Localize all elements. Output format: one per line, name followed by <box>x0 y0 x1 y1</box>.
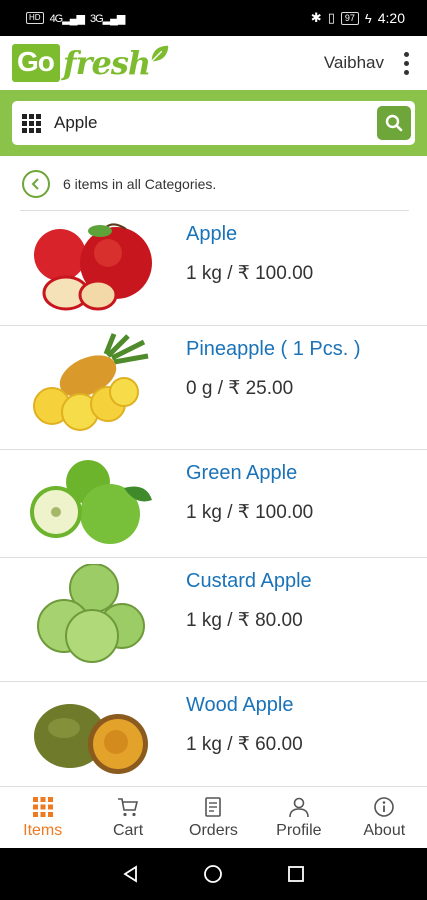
logo-go: Go <box>12 44 60 82</box>
item-name: Custard Apple <box>186 570 312 592</box>
bottom-navigation: Items Cart Orders Profile About <box>0 786 427 848</box>
status-right: ✱ ▯ 97 ϟ 4:20 <box>311 10 405 26</box>
gofresh-logo: Go fresh <box>12 44 170 82</box>
charging-icon: ϟ <box>364 10 372 26</box>
nav-label: Items <box>23 821 63 839</box>
status-time: 4:20 <box>377 10 405 26</box>
results-bar: 6 items in all Categories. <box>0 158 427 210</box>
more-options-icon[interactable] <box>398 48 415 79</box>
back-button[interactable] <box>22 170 50 198</box>
item-price: 1 kg / ₹ 60.00 <box>186 734 303 755</box>
chevron-left-icon <box>31 178 39 190</box>
leaf-icon <box>151 45 169 62</box>
logo-fresh: fresh <box>62 44 151 82</box>
recents-square-icon[interactable] <box>286 864 306 884</box>
green-apple-image <box>30 460 152 544</box>
list-item[interactable]: Apple 1 kg / ₹ 100.00 <box>0 211 427 326</box>
list-item[interactable]: Pineapple ( 1 Pcs. ) 0 g / ₹ 25.00 <box>0 326 427 450</box>
network-3g-label: 3G <box>89 12 104 25</box>
nav-label: Profile <box>276 821 322 839</box>
item-name: Apple <box>186 223 238 245</box>
nav-orders[interactable]: Orders <box>171 796 256 840</box>
status-left: HD 4G▂▄▆ 3G▂▄▆ <box>26 12 125 25</box>
categories-grid-icon[interactable] <box>22 113 41 133</box>
search-icon <box>385 114 403 132</box>
grid-icon <box>32 796 53 817</box>
item-name: Green Apple <box>186 462 298 484</box>
wood-apple-image <box>34 704 148 774</box>
signal-3g-icon: 3G▂▄▆ <box>89 12 125 25</box>
battery-icon: 97 <box>340 11 359 25</box>
product-list: Apple 1 kg / ₹ 100.00 Pineapple ( 1 Pcs.… <box>0 211 427 786</box>
item-info: Wood Apple 1 kg / ₹ 60.00 <box>186 682 303 788</box>
vibrate-icon: ▯ <box>327 10 335 25</box>
info-icon <box>374 796 395 817</box>
item-info: Pineapple ( 1 Pcs. ) 0 g / ₹ 25.00 <box>186 326 361 432</box>
list-item[interactable]: Wood Apple 1 kg / ₹ 60.00 <box>0 682 427 786</box>
apple-image <box>34 223 152 311</box>
home-circle-icon[interactable] <box>203 864 223 884</box>
signal-4g-icon: 4G▂▄▆ <box>49 12 85 25</box>
search-box <box>12 101 415 145</box>
status-bar: HD 4G▂▄▆ 3G▂▄▆ ✱ ▯ 97 ϟ 4:20 <box>0 0 427 36</box>
nav-about[interactable]: About <box>342 796 427 840</box>
item-price: 1 kg / ₹ 100.00 <box>186 263 314 284</box>
network-4g-label: 4G <box>49 12 64 25</box>
system-navigation <box>0 848 427 900</box>
back-triangle-icon[interactable] <box>121 864 141 884</box>
search-bar-container <box>0 90 427 156</box>
nav-cart[interactable]: Cart <box>86 796 171 840</box>
list-item[interactable]: Green Apple 1 kg / ₹ 100.00 <box>0 450 427 558</box>
nav-label: Cart <box>112 821 144 839</box>
item-info: Green Apple 1 kg / ₹ 100.00 <box>186 450 313 556</box>
item-price: 0 g / ₹ 25.00 <box>186 378 294 399</box>
item-price: 1 kg / ₹ 100.00 <box>186 502 314 523</box>
nav-label: About <box>363 821 406 839</box>
item-name: Wood Apple <box>186 694 294 716</box>
app-header: Go fresh Vaibhav <box>0 36 427 90</box>
results-count: 6 items in all Categories. <box>63 176 217 192</box>
item-name: Pineapple ( 1 Pcs. ) <box>186 338 361 360</box>
bluetooth-icon: ✱ <box>310 10 322 25</box>
item-info: Custard Apple 1 kg / ₹ 80.00 <box>186 558 312 664</box>
custard-apple-image <box>37 564 145 663</box>
list-item[interactable]: Custard Apple 1 kg / ₹ 80.00 <box>0 558 427 682</box>
item-info: Apple 1 kg / ₹ 100.00 <box>186 211 313 317</box>
nav-profile[interactable]: Profile <box>256 796 341 840</box>
search-input[interactable] <box>54 113 377 133</box>
header-right: Vaibhav <box>324 48 415 79</box>
nav-items[interactable]: Items <box>0 796 85 840</box>
profile-icon <box>289 797 309 817</box>
item-price: 1 kg / ₹ 80.00 <box>186 610 303 631</box>
hd-badge: HD <box>26 12 44 24</box>
search-button[interactable] <box>377 106 411 140</box>
orders-icon <box>205 796 222 817</box>
pineapple-image <box>33 333 149 431</box>
nav-label: Orders <box>189 821 238 839</box>
user-name[interactable]: Vaibhav <box>324 53 384 73</box>
cart-icon <box>118 797 139 816</box>
